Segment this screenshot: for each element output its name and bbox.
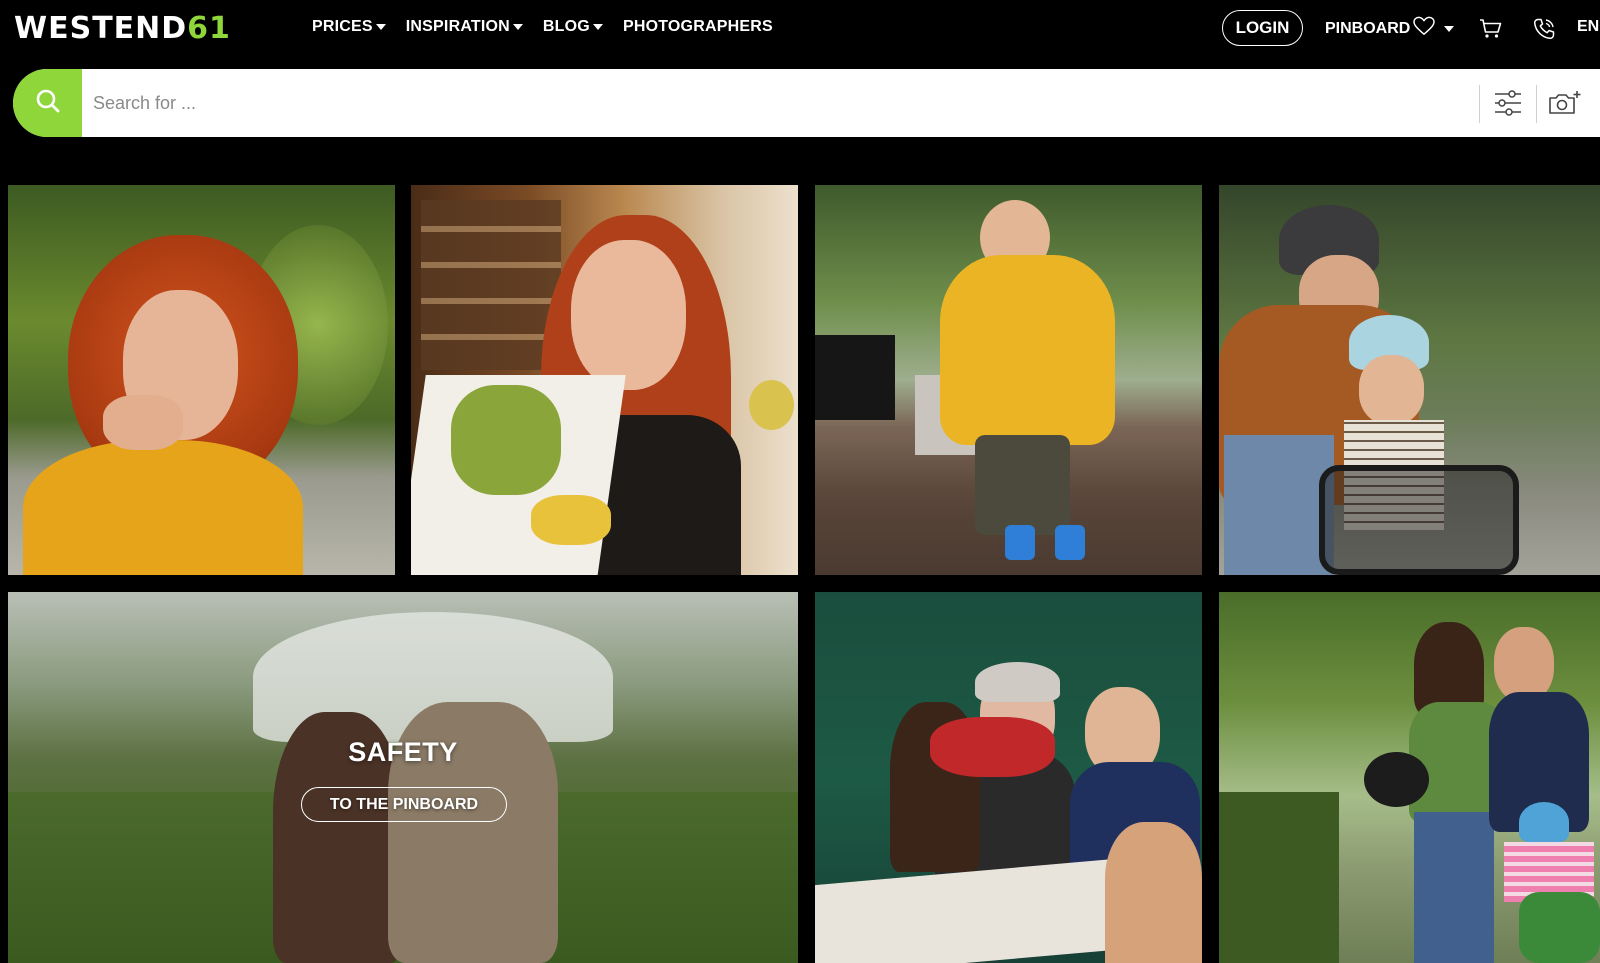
language-switcher[interactable]: EN: [1577, 18, 1599, 36]
pinboard-label: PINBOARD: [1325, 19, 1411, 37]
sweater: [23, 440, 303, 575]
bananas: [531, 495, 611, 545]
held-helmet: [1364, 752, 1429, 807]
phone-icon[interactable]: [1531, 16, 1557, 42]
lemon: [749, 380, 794, 430]
jeans: [1224, 435, 1334, 575]
caret-down-icon: [512, 24, 523, 30]
divider: [1536, 85, 1537, 123]
nav-inspiration-label: INSPIRATION: [405, 18, 510, 35]
logo-text: WESTEND: [14, 11, 188, 46]
caret-down-icon: [1444, 25, 1455, 32]
feature-tile[interactable]: SAFETY TO THE PINBOARD: [8, 592, 798, 963]
nav-inspiration[interactable]: INSPIRATION: [406, 18, 523, 36]
bench: [815, 335, 895, 420]
face: [571, 240, 686, 390]
child-face: [1359, 355, 1424, 425]
pants: [975, 435, 1070, 535]
grey-hair: [975, 662, 1060, 702]
search-input[interactable]: [93, 83, 1463, 123]
cargo-bike: [1519, 892, 1600, 963]
header: WESTEND61 PRICES INSPIRATION BLOG PHOTOG…: [0, 0, 1600, 58]
nav-blog-label: BLOG: [542, 18, 590, 35]
boot: [1005, 525, 1035, 560]
heart-icon: [1413, 16, 1436, 41]
photo-tile[interactable]: [411, 185, 798, 575]
divider: [1479, 85, 1480, 123]
nav-photographers-label: PHOTOGRAPHERS: [622, 18, 773, 35]
photo-tile[interactable]: [1219, 592, 1600, 963]
logo-accent: 61: [187, 11, 231, 46]
login-button[interactable]: LOGIN: [1222, 10, 1303, 46]
logo[interactable]: WESTEND61: [14, 12, 231, 46]
caret-down-icon: [375, 24, 386, 30]
child-helmet: [1519, 802, 1569, 842]
raincoat: [940, 255, 1115, 445]
hand: [103, 395, 183, 450]
photo-tile[interactable]: [8, 185, 395, 575]
bike-seat: [1319, 465, 1519, 575]
hedge: [1219, 792, 1339, 963]
camera-search-icon[interactable]: [1548, 87, 1582, 119]
cart-icon[interactable]: [1478, 16, 1504, 42]
to-pinboard-button[interactable]: TO THE PINBOARD: [301, 787, 507, 822]
man-face: [1494, 627, 1554, 702]
photo-tile[interactable]: [1219, 185, 1600, 575]
photo-tile[interactable]: [815, 185, 1202, 575]
child: [1105, 822, 1202, 963]
red-top: [930, 717, 1055, 777]
boot: [1055, 525, 1085, 560]
feature-title: SAFETY: [348, 737, 458, 767]
jeans: [1414, 812, 1494, 963]
search-bar: [13, 69, 1600, 137]
photo-tile[interactable]: [815, 592, 1202, 963]
nav-prices-label: PRICES: [312, 18, 373, 35]
search-icon: [35, 88, 61, 119]
filter-icon[interactable]: [1491, 87, 1525, 119]
main-nav: PRICES INSPIRATION BLOG PHOTOGRAPHERS: [312, 18, 773, 36]
shelves: [421, 200, 561, 370]
nav-prices[interactable]: PRICES: [312, 18, 386, 36]
vegetables: [451, 385, 561, 495]
pinboard-menu[interactable]: PINBOARD: [1325, 16, 1455, 41]
nav-photographers[interactable]: PHOTOGRAPHERS: [623, 18, 773, 36]
caret-down-icon: [592, 24, 603, 30]
search-button[interactable]: [13, 69, 82, 137]
nav-blog[interactable]: BLOG: [543, 18, 603, 36]
